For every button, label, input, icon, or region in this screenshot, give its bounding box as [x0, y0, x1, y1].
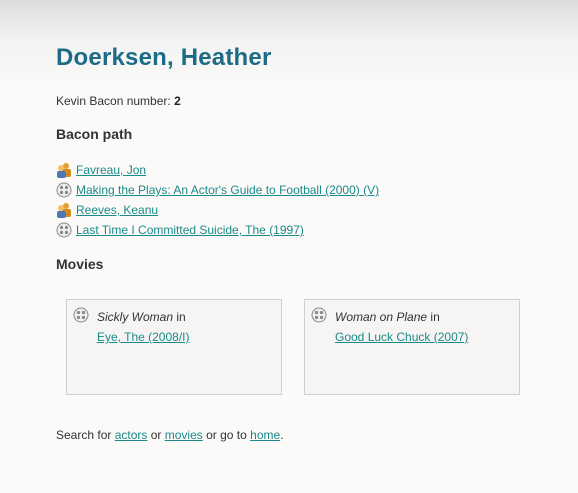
movies-heading: Movies [56, 256, 104, 272]
role-in-text: in [176, 310, 186, 324]
bacon-number-label: Kevin Bacon number: [56, 94, 171, 108]
movie-role: Sickly Woman in [97, 310, 186, 324]
path-item: Making the Plays: An Actor's Guide to Fo… [56, 180, 379, 200]
movie-title-link[interactable]: Eye, The (2008/I) [97, 330, 190, 344]
path-movie-link[interactable]: Last Time I Committed Suicide, The (1997… [76, 223, 304, 237]
film-reel-icon [56, 182, 72, 198]
path-movie-link[interactable]: Making the Plays: An Actor's Guide to Fo… [76, 183, 379, 197]
bacon-number-value: 2 [174, 94, 181, 108]
bacon-number: Kevin Bacon number: 2 [56, 94, 181, 108]
path-item: Favreau, Jon [56, 160, 379, 180]
page: Doerksen, Heather Kevin Bacon number: 2 … [0, 0, 578, 493]
page-title: Doerksen, Heather [56, 44, 272, 71]
movie-card: Woman on Plane in Good Luck Chuck (2007) [304, 299, 520, 395]
footer-suffix: . [280, 428, 284, 442]
footer-or: or [150, 428, 162, 442]
actor-icon [56, 162, 72, 178]
film-reel-icon [311, 307, 327, 323]
movie-role: Woman on Plane in [335, 310, 440, 324]
actor-icon [56, 202, 72, 218]
bacon-path-heading: Bacon path [56, 126, 133, 142]
movie-card: Sickly Woman in Eye, The (2008/I) [66, 299, 282, 395]
footer-goto: or go to [206, 428, 247, 442]
footer-prefix: Search for [56, 428, 112, 442]
movie-title-link[interactable]: Good Luck Chuck (2007) [335, 330, 468, 344]
role-name: Sickly Woman [97, 310, 174, 324]
path-item: Last Time I Committed Suicide, The (1997… [56, 220, 379, 240]
actors-link[interactable]: actors [115, 428, 148, 442]
role-in-text: in [430, 310, 440, 324]
path-item: Reeves, Keanu [56, 200, 379, 220]
bacon-path-list: Favreau, Jon Making the Plays: An Actor'… [56, 160, 379, 240]
movies-link[interactable]: movies [165, 428, 203, 442]
role-name: Woman on Plane [335, 310, 428, 324]
film-reel-icon [56, 222, 72, 238]
path-actor-link[interactable]: Reeves, Keanu [76, 203, 158, 217]
footer: Search for actors or movies or go to hom… [56, 428, 284, 442]
home-link[interactable]: home [250, 428, 280, 442]
path-actor-link[interactable]: Favreau, Jon [76, 163, 146, 177]
film-reel-icon [73, 307, 89, 323]
